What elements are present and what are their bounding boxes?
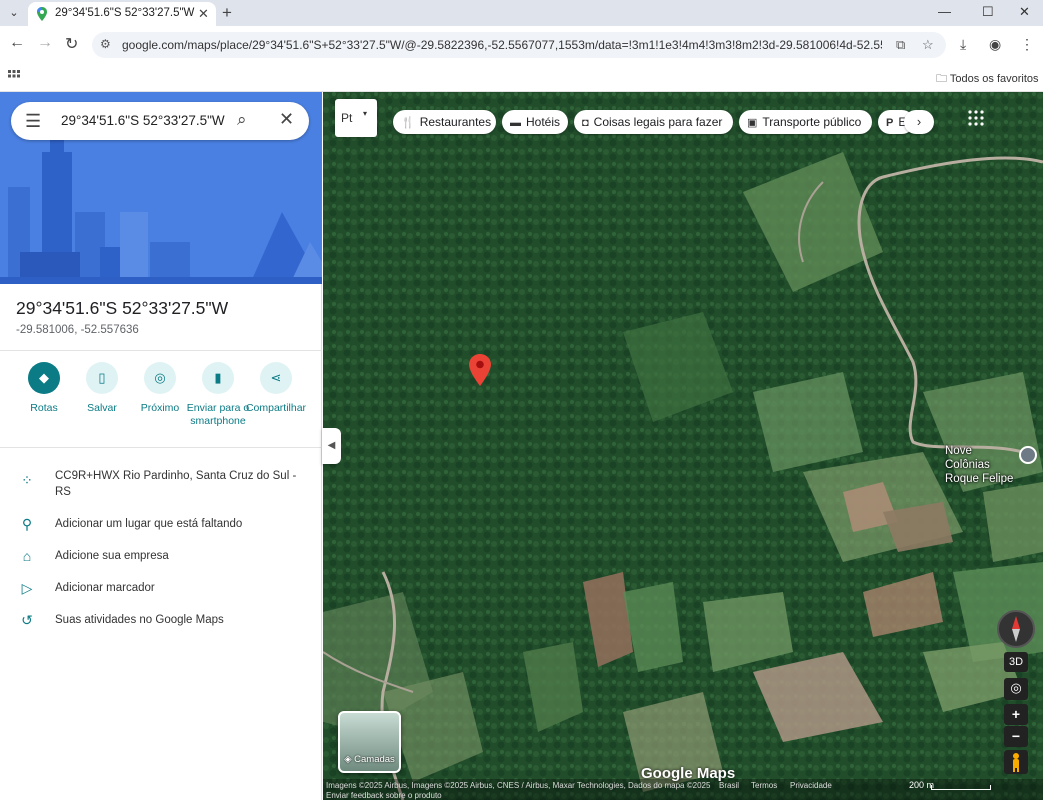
divider (0, 350, 322, 351)
directions-button[interactable]: ◆ Rotas (12, 362, 76, 415)
divider (0, 447, 322, 448)
apps-grid-icon[interactable] (8, 70, 20, 82)
language-select[interactable]: Pt ▾ (335, 99, 377, 137)
layers-label: ◈ Camadas (344, 754, 395, 765)
hamburger-menu-icon[interactable]: ☰ (25, 111, 41, 132)
minimize-icon[interactable]: — (938, 4, 951, 19)
tab-search-chevron-icon[interactable]: ⌄ (4, 4, 24, 22)
browser-tab[interactable]: 29°34'51.6"S 52°33'27.5"W - Go ✕ (28, 2, 216, 26)
share-icon: ⋖ (260, 362, 292, 394)
nearby-icon: ◎ (144, 362, 176, 394)
dropdown-arrow-icon: ▾ (363, 109, 368, 118)
place-title: 29°34'51.6"S 52°33'27.5"W (16, 298, 229, 318)
plus-code-icon: ⁘ (21, 472, 33, 488)
chip-things-to-do[interactable]: ◘ Coisas legais para fazer (574, 110, 733, 134)
place-coordinates: -29.581006, -52.557636 (16, 324, 139, 336)
browser-tab-bar: ⌄ 29°34'51.6"S 52°33'27.5"W - Go ✕ + — ☐… (0, 0, 1043, 26)
forward-icon[interactable]: → (37, 34, 53, 52)
new-tab-icon[interactable]: + (222, 3, 232, 23)
search-input[interactable]: 29°34'51.6"S 52°33'27.5"W (61, 113, 225, 128)
layers-button[interactable]: ◈ Camadas (338, 711, 401, 773)
add-business-icon: ⌂ (22, 548, 32, 564)
add-missing-place-row[interactable]: ⚲ Adicionar um lugar que está faltando (0, 512, 322, 540)
reload-icon[interactable]: ↻ (65, 34, 78, 54)
back-icon[interactable]: ← (9, 34, 25, 52)
url-text[interactable]: google.com/maps/place/29°34'51.6"S+52°33… (122, 38, 882, 52)
poi-marker-icon[interactable] (1019, 446, 1037, 464)
camera-icon: ◘ (582, 117, 589, 129)
chips-next-icon[interactable]: › (904, 110, 934, 134)
maximize-icon[interactable]: ☐ (982, 4, 994, 20)
hero-illustration: ☰ 29°34'51.6"S 52°33'27.5"W ⌕ ✕ (0, 92, 322, 284)
layers-icon: ◈ (344, 754, 352, 765)
satellite-map[interactable] (323, 92, 1043, 800)
my-location-icon[interactable]: ◎ (1004, 678, 1028, 700)
folder-icon: 🗀 (936, 73, 947, 85)
tab-close-icon[interactable]: ✕ (198, 6, 209, 22)
brasil-link[interactable]: Brasil (719, 781, 739, 790)
collapse-panel-button[interactable]: ◀ (322, 428, 341, 464)
all-bookmarks[interactable]: 🗀 Todos os favoritos (936, 70, 1039, 89)
maps-activity-row[interactable]: ↺ Suas atividades no Google Maps (0, 608, 322, 636)
3d-toggle-button[interactable]: 3D (1004, 652, 1028, 672)
fork-knife-icon: 🍴 (401, 117, 415, 129)
chip-public-transport[interactable]: ▣ Transporte público (739, 110, 872, 134)
add-business-row[interactable]: ⌂ Adicione sua empresa (0, 544, 322, 572)
share-button[interactable]: ⋖ Compartilhar (244, 362, 308, 415)
history-icon: ↺ (21, 612, 33, 628)
maps-favicon-icon (37, 7, 47, 21)
tab-title: 29°34'51.6"S 52°33'27.5"W - Go (55, 7, 195, 19)
zoom-out-button[interactable]: − (1004, 726, 1028, 747)
bookmark-star-icon[interactable]: ☆ (922, 37, 934, 53)
compass-needle-icon (1012, 616, 1020, 642)
download-icon[interactable]: ⤓ (960, 36, 966, 53)
google-apps-icon[interactable] (968, 110, 984, 126)
search-box[interactable]: ☰ 29°34'51.6"S 52°33'27.5"W ⌕ ✕ (11, 102, 309, 140)
location-pin-icon[interactable] (469, 354, 491, 386)
send-to-phone-button[interactable]: ▮ Enviar para o smartphone (186, 362, 250, 428)
chip-restaurants[interactable]: 🍴 Restaurantes (393, 110, 496, 134)
save-button[interactable]: ▯ Salvar (70, 362, 134, 415)
install-app-icon[interactable]: ⧉ (896, 37, 905, 53)
site-info-icon[interactable]: ⚙ (100, 37, 111, 51)
browser-toolbar: ← → ↻ ⚙ google.com/maps/place/29°34'51.6… (0, 26, 1043, 64)
close-icon[interactable]: ✕ (279, 109, 294, 130)
pegman-icon[interactable] (1004, 750, 1028, 774)
bookmark-icon: ▯ (86, 362, 118, 394)
search-icon[interactable]: ⌕ (237, 110, 247, 130)
profile-icon[interactable]: ◉ (989, 36, 1001, 53)
phone-icon: ▮ (202, 362, 234, 394)
scale-bar (931, 785, 991, 790)
terms-link[interactable]: Termos (751, 781, 777, 790)
directions-icon: ◆ (28, 362, 60, 394)
plus-code-row[interactable]: ⁘ CC9R+HWX Rio Pardinho, Santa Cruz do S… (0, 464, 322, 500)
plus-code-text: CC9R+HWX Rio Pardinho, Santa Cruz do Sul… (55, 470, 297, 498)
send-feedback-link[interactable]: Enviar feedback sobre o produto (326, 791, 442, 800)
bed-icon: ▬ (510, 117, 521, 129)
google-maps-logo: Google Maps (641, 765, 736, 782)
satellite-imagery (323, 92, 1043, 800)
privacy-link[interactable]: Privacidade (790, 781, 832, 790)
nearby-button[interactable]: ◎ Próximo (128, 362, 192, 415)
bus-icon: ▣ (747, 117, 758, 129)
label-icon: ▷ (21, 580, 33, 596)
bookmarks-bar: 🗀 Todos os favoritos (0, 64, 1043, 92)
parking-icon: P (886, 117, 894, 129)
zoom-in-button[interactable]: + (1004, 704, 1028, 725)
map-attribution-bar: Google Maps Imagens ©2025 Airbus, Imagen… (323, 765, 1043, 800)
add-location-icon: ⚲ (21, 516, 33, 532)
imagery-attribution: Imagens ©2025 Airbus, Imagens ©2025 Airb… (326, 781, 711, 790)
street-view-icon (1013, 753, 1019, 772)
address-bar[interactable]: ⚙ google.com/maps/place/29°34'51.6"S+52°… (92, 32, 946, 58)
add-label-row[interactable]: ▷ Adicionar marcador (0, 576, 322, 604)
window-close-icon[interactable]: ✕ (1019, 4, 1030, 20)
compass-icon[interactable] (997, 610, 1035, 648)
browser-menu-icon[interactable]: ⋮ (1020, 36, 1034, 53)
chip-hotels[interactable]: ▬ Hotéis (502, 110, 568, 134)
place-panel: ☰ 29°34'51.6"S 52°33'27.5"W ⌕ ✕ 29°34'51… (0, 92, 322, 800)
poi-label[interactable]: Nove Colônias Roque Felipe (945, 444, 1017, 486)
